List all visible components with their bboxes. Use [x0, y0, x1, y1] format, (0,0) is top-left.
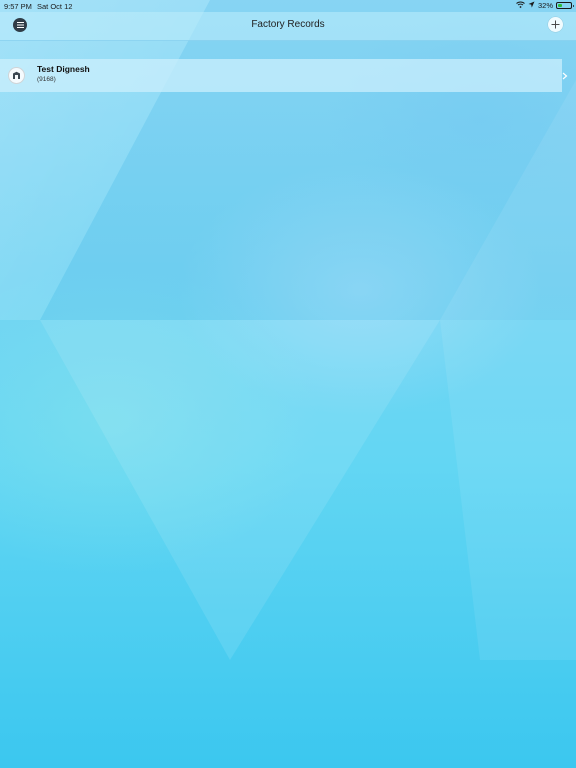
wifi-icon — [516, 1, 525, 10]
page-title: Factory Records — [251, 19, 325, 30]
status-time: 9:57 PM — [4, 2, 32, 11]
list-item[interactable]: Test Dignesh (9168) — [0, 59, 562, 92]
background-facet — [40, 320, 440, 660]
location-arrow-icon — [528, 1, 535, 10]
battery-icon — [556, 2, 574, 9]
status-bar: 9:57 PM Sat Oct 12 32% — [0, 0, 576, 12]
background-facet — [0, 0, 210, 320]
chevron-right-icon[interactable] — [561, 72, 569, 80]
battery-level — [558, 4, 562, 7]
record-code: (9168) — [37, 76, 56, 83]
navigation-bar: Factory Records — [0, 12, 576, 41]
status-indicators: 32% — [516, 1, 574, 10]
background-facet — [440, 80, 576, 660]
record-name: Test Dignesh — [37, 64, 90, 74]
factory-icon — [8, 67, 25, 84]
add-record-button[interactable] — [548, 17, 563, 32]
battery-percent: 32% — [537, 1, 553, 10]
status-date: Sat Oct 12 — [37, 2, 73, 11]
plus-icon — [551, 20, 560, 29]
background-facet — [40, 0, 576, 320]
